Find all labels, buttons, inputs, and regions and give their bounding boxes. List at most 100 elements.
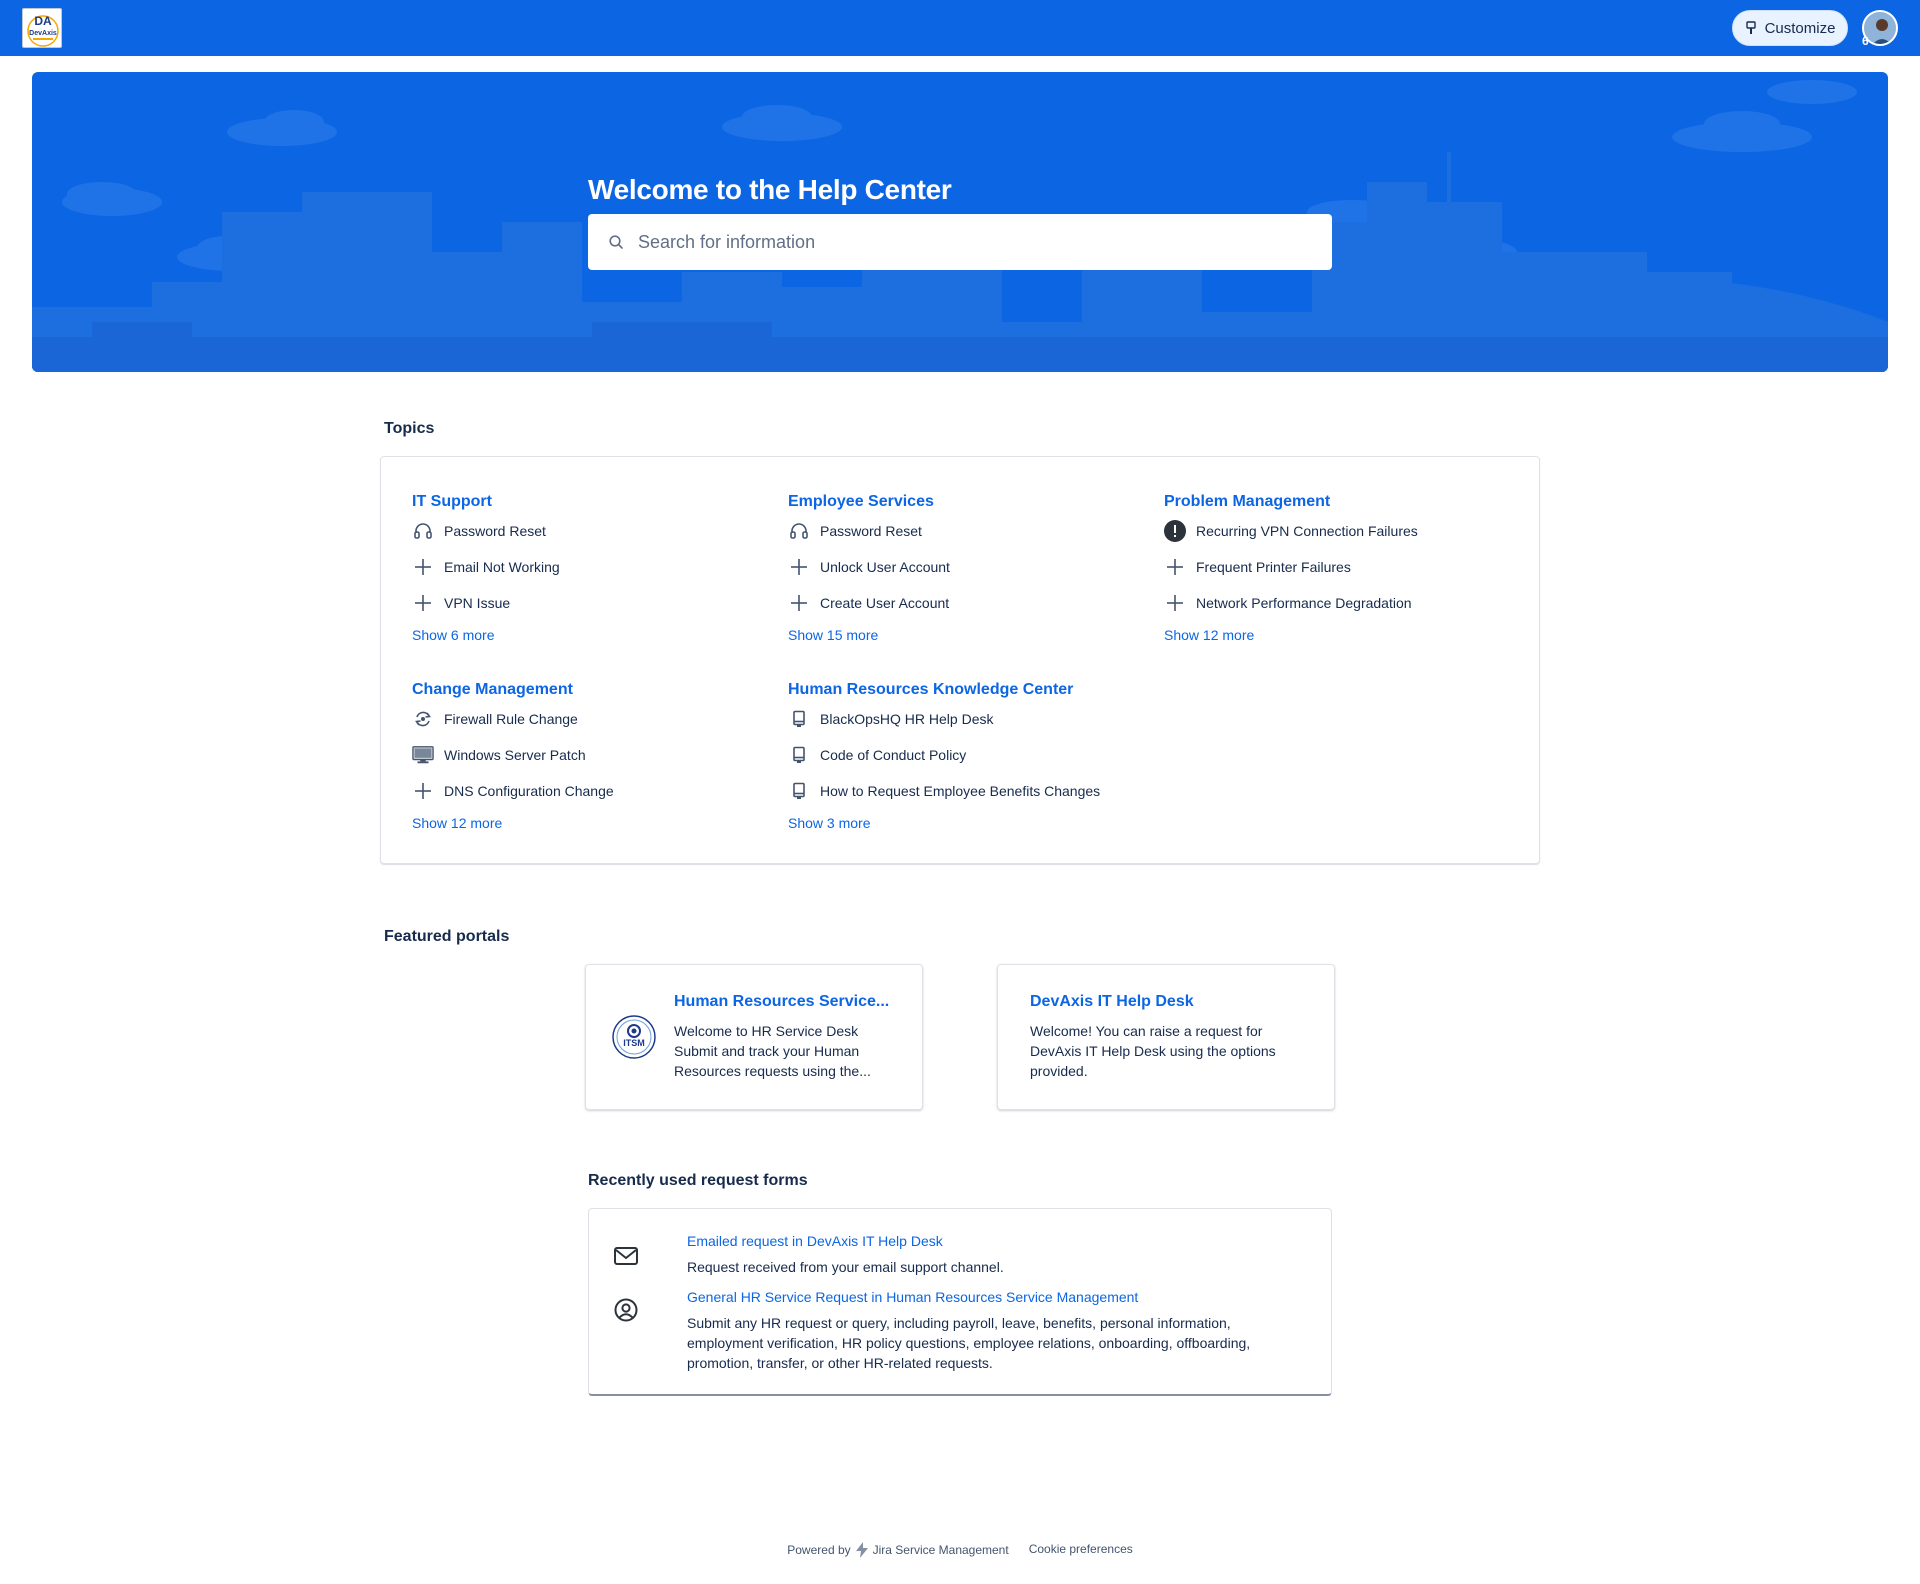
topic-group-it-support: IT Support Password Reset Email Not Work… xyxy=(412,491,772,645)
show-more-link[interactable]: Show 15 more xyxy=(788,625,1148,645)
topic-item-label: Frequent Printer Failures xyxy=(1196,559,1351,575)
portal-card-hr[interactable]: ITSM Human Resources Service... Welcome … xyxy=(585,964,923,1110)
book-icon xyxy=(788,780,810,802)
portal-description: Welcome! You can raise a request for Dev… xyxy=(1030,1023,1276,1079)
plus-icon xyxy=(788,556,810,578)
footer: Powered by Jira Service Management Cooki… xyxy=(0,1542,1920,1558)
show-more-link[interactable]: Show 6 more xyxy=(412,625,772,645)
svg-text:DevAxis: DevAxis xyxy=(29,30,57,37)
topic-title[interactable]: Change Management xyxy=(412,679,772,701)
topic-title[interactable]: Problem Management xyxy=(1164,491,1524,513)
headset-icon xyxy=(412,520,434,542)
user-profile-icon xyxy=(1864,12,1896,44)
topic-group-hr-knowledge-center: Human Resources Knowledge Center BlackOp… xyxy=(788,679,1188,833)
plus-icon xyxy=(1164,592,1186,614)
topic-item[interactable]: Frequent Printer Failures xyxy=(1164,549,1524,585)
svg-text:DA: DA xyxy=(34,14,52,28)
topics-card: IT Support Password Reset Email Not Work… xyxy=(380,456,1540,864)
show-more-link[interactable]: Show 12 more xyxy=(412,813,772,833)
powered-by: Powered by Jira Service Management xyxy=(787,1542,1009,1558)
plus-icon xyxy=(1164,556,1186,578)
topic-item-label: Password Reset xyxy=(820,523,922,539)
plus-icon xyxy=(412,780,434,802)
portal-title: Human Resources Service... xyxy=(674,993,890,1010)
site-logo[interactable]: DA DevAxis xyxy=(22,8,62,48)
topic-item[interactable]: How to Request Employee Benefits Changes xyxy=(788,773,1188,809)
jira-lightning-icon xyxy=(855,1542,868,1558)
topic-group-employee-services: Employee Services Password Reset Unlock … xyxy=(788,491,1148,645)
plus-icon xyxy=(412,592,434,614)
topic-item-label: DNS Configuration Change xyxy=(444,783,614,799)
topic-item-label: Firewall Rule Change xyxy=(444,711,578,727)
portal-description: Welcome to HR Service Desk Submit and tr… xyxy=(674,1023,871,1079)
search-input[interactable] xyxy=(638,231,1298,253)
monitor-icon xyxy=(412,744,434,766)
topic-item-label: Email Not Working xyxy=(444,559,560,575)
headset-icon xyxy=(788,520,810,542)
topic-item[interactable]: Recurring VPN Connection Failures xyxy=(1164,513,1524,549)
envelope-icon xyxy=(614,1247,638,1265)
cookie-preferences-link[interactable]: Cookie preferences xyxy=(1029,1542,1133,1558)
topic-item[interactable]: BlackOpsHQ HR Help Desk xyxy=(788,701,1188,737)
svg-text:ITSM: ITSM xyxy=(623,1038,645,1048)
plus-icon xyxy=(412,556,434,578)
topic-item[interactable]: Code of Conduct Policy xyxy=(788,737,1188,773)
recent-forms-card: Emailed request in DevAxis IT Help Desk … xyxy=(588,1208,1332,1396)
search-box[interactable] xyxy=(588,214,1332,270)
topic-item[interactable]: Email Not Working xyxy=(412,549,772,585)
topic-item-label: Password Reset xyxy=(444,523,546,539)
portal-title: DevAxis IT Help Desk xyxy=(1030,993,1194,1010)
topic-item[interactable]: VPN Issue xyxy=(412,585,772,621)
recent-form-link[interactable]: General HR Service Request in Human Reso… xyxy=(687,1289,1138,1305)
topic-item-label: Create User Account xyxy=(820,595,950,611)
person-circle-icon xyxy=(614,1298,638,1322)
show-more-link[interactable]: Show 12 more xyxy=(1164,625,1524,645)
topic-group-change-management: Change Management Firewall Rule Change W… xyxy=(412,679,772,833)
topic-title[interactable]: IT Support xyxy=(412,491,772,513)
jira-service-management-link[interactable]: Jira Service Management xyxy=(873,1543,1009,1557)
book-icon xyxy=(788,708,810,730)
customize-button[interactable]: Customize xyxy=(1732,10,1848,46)
topic-item-label: VPN Issue xyxy=(444,595,511,611)
topic-item-label: BlackOpsHQ HR Help Desk xyxy=(820,711,994,727)
customize-label: Customize xyxy=(1764,19,1836,37)
devaxis-logo-icon: DA DevAxis xyxy=(27,14,59,47)
search-icon xyxy=(609,235,623,249)
recent-forms-heading: Recently used request forms xyxy=(588,1172,808,1189)
topic-item[interactable]: Windows Server Patch xyxy=(412,737,772,773)
topic-item[interactable]: Unlock User Account xyxy=(788,549,1148,585)
refresh-gear-icon xyxy=(412,708,434,730)
topic-item[interactable]: Password Reset xyxy=(412,513,772,549)
top-navigation: DA DevAxis Customize 6 xyxy=(0,0,1920,56)
powered-by-label: Powered by xyxy=(787,1543,851,1557)
topic-item[interactable]: Firewall Rule Change xyxy=(412,701,772,737)
plus-icon xyxy=(788,592,810,614)
hero-banner: Welcome to the Help Center xyxy=(32,72,1888,372)
topic-item[interactable]: Create User Account xyxy=(788,585,1148,621)
topic-item-label: Unlock User Account xyxy=(820,559,950,575)
topic-item-label: Windows Server Patch xyxy=(444,747,586,763)
itsm-logo-icon: ITSM xyxy=(612,1015,656,1059)
avatar-badge: 6 xyxy=(1862,34,1869,48)
alert-icon xyxy=(1164,520,1186,542)
recent-form-link[interactable]: Emailed request in DevAxis IT Help Desk xyxy=(687,1233,943,1249)
show-more-link[interactable]: Show 3 more xyxy=(788,813,1188,833)
topic-item[interactable]: Password Reset xyxy=(788,513,1148,549)
topic-item[interactable]: Network Performance Degradation xyxy=(1164,585,1524,621)
portal-card-it-help-desk[interactable]: DevAxis IT Help Desk Welcome! You can ra… xyxy=(997,964,1335,1110)
topic-group-problem-management: Problem Management Recurring VPN Connect… xyxy=(1164,491,1524,645)
topic-title[interactable]: Employee Services xyxy=(788,491,1148,513)
featured-portals-heading: Featured portals xyxy=(384,928,510,945)
book-icon xyxy=(788,744,810,766)
recent-form-description: Request received from your email support… xyxy=(687,1259,1004,1275)
paint-brush-icon xyxy=(1745,21,1756,34)
topic-item-label: How to Request Employee Benefits Changes xyxy=(820,783,1101,799)
topics-heading: Topics xyxy=(384,420,435,437)
topic-item-label: Recurring VPN Connection Failures xyxy=(1196,523,1418,539)
hero-title: Welcome to the Help Center xyxy=(588,174,952,205)
topic-item-label: Network Performance Degradation xyxy=(1196,595,1412,611)
topic-title[interactable]: Human Resources Knowledge Center xyxy=(788,679,1188,701)
recent-form-description: Submit any HR request or query, includin… xyxy=(687,1315,1251,1371)
topic-item[interactable]: DNS Configuration Change xyxy=(412,773,772,809)
topic-item-label: Code of Conduct Policy xyxy=(820,747,967,763)
